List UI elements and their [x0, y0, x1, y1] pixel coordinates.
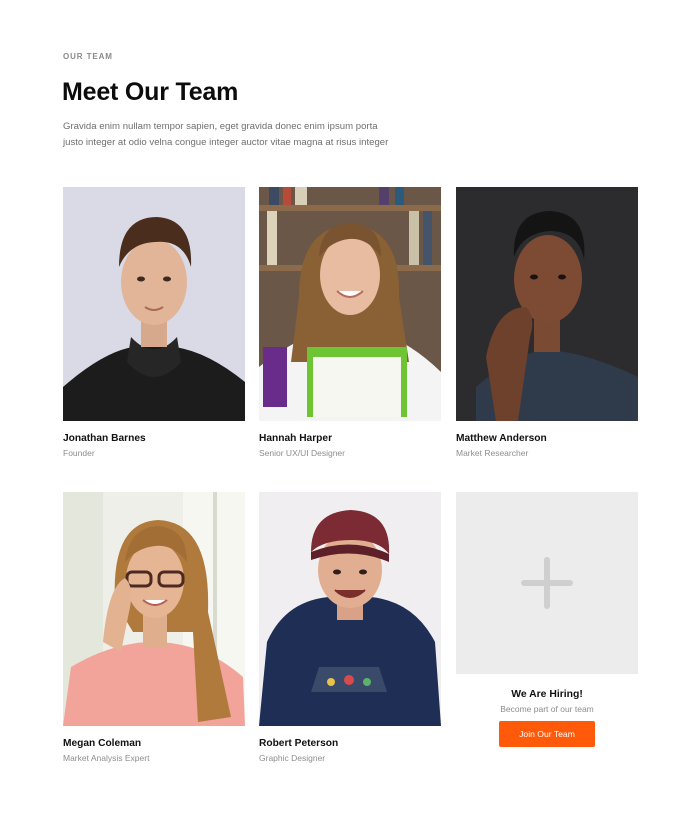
- team-member-card: Matthew Anderson Market Researcher: [456, 187, 638, 458]
- page-title: Meet Our Team: [62, 78, 239, 106]
- hiring-subtitle: Become part of our team: [500, 704, 594, 714]
- team-member-card: Megan Coleman Market Analysis Expert: [63, 492, 245, 763]
- team-member-card: Hannah Harper Senior UX/UI Designer: [259, 187, 441, 458]
- section-description: Gravida enim nullam tempor sapien, eget …: [63, 121, 389, 148]
- team-member-name: Robert Peterson: [259, 738, 339, 749]
- team-member-role: Senior UX/UI Designer: [259, 448, 345, 458]
- hiring-title: We Are Hiring!: [511, 689, 583, 700]
- join-our-team-button[interactable]: Join Our Team: [499, 721, 595, 747]
- team-member-name: Hannah Harper: [259, 433, 333, 444]
- team-member-name: Matthew Anderson: [456, 433, 547, 444]
- team-member-photo: [259, 492, 441, 726]
- team-member-role: Graphic Designer: [259, 753, 326, 763]
- team-member-role: Market Researcher: [456, 448, 529, 458]
- team-member-photo: [63, 187, 245, 421]
- team-member-photo: [259, 187, 441, 421]
- plus-icon: [521, 557, 573, 609]
- section-eyebrow: OUR TEAM: [63, 52, 113, 61]
- team-member-role: Founder: [63, 448, 95, 458]
- team-member-card: Robert Peterson Graphic Designer: [259, 492, 441, 763]
- team-member-name: Jonathan Barnes: [63, 433, 146, 444]
- team-member-role: Market Analysis Expert: [63, 753, 150, 763]
- team-member-photo: [63, 492, 245, 726]
- hiring-placeholder: [456, 492, 638, 674]
- team-member-name: Megan Coleman: [63, 738, 142, 749]
- team-member-photo: [456, 187, 638, 421]
- team-member-card: Jonathan Barnes Founder: [63, 187, 245, 458]
